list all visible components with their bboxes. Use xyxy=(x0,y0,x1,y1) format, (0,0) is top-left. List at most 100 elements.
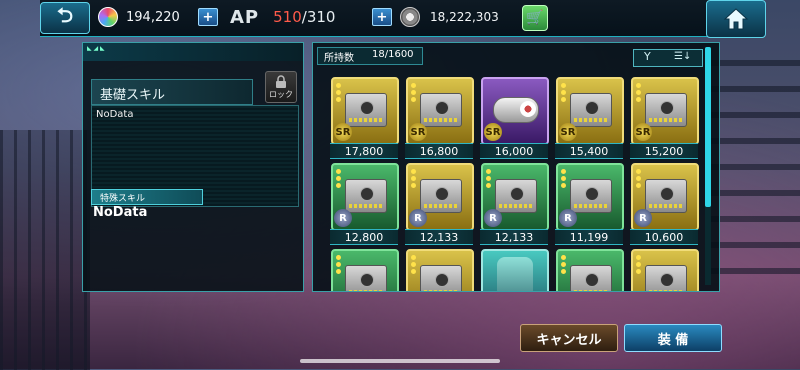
gem-icon xyxy=(98,7,118,27)
level-dot xyxy=(336,176,341,181)
level-dot xyxy=(561,83,566,88)
inventory-card[interactable] xyxy=(556,249,624,291)
level-dot xyxy=(411,83,416,88)
inventory-card[interactable] xyxy=(481,249,549,291)
card-price: 10,600 xyxy=(630,229,698,245)
level-dots xyxy=(636,255,641,274)
card-price: 15,200 xyxy=(630,143,698,159)
level-dot xyxy=(636,90,641,95)
card-price: 17,800 xyxy=(330,143,398,159)
lock-icon xyxy=(276,74,286,88)
level-dot xyxy=(411,176,416,181)
inventory-card[interactable]: R xyxy=(331,163,399,231)
ap-counter: AP 510 /310 xyxy=(230,6,335,28)
level-dot xyxy=(411,90,416,95)
level-dot xyxy=(411,183,416,188)
shop-button[interactable]: 🛒 xyxy=(522,5,548,31)
robot-part-icon xyxy=(497,257,533,291)
special-skill-label: 特殊スキル xyxy=(100,194,146,204)
base-skill-text: NoData xyxy=(96,109,134,120)
level-dot xyxy=(336,97,341,102)
inventory-card[interactable]: SR xyxy=(556,77,624,145)
filter-sort-button[interactable]: Y ☰↓ xyxy=(633,49,703,67)
level-dot xyxy=(636,169,641,174)
level-dots xyxy=(411,83,416,102)
inventory-card[interactable]: R xyxy=(406,163,474,231)
card-price: 16,800 xyxy=(405,143,473,159)
inventory-card[interactable]: SR xyxy=(331,77,399,145)
card-price: 15,400 xyxy=(555,143,623,159)
back-arrow-icon: ⮌ xyxy=(56,3,74,27)
coin-counter: 18,222,303 xyxy=(400,7,499,27)
cancel-button[interactable]: キャンセル xyxy=(520,324,618,352)
card-price: 12,133 xyxy=(480,229,548,245)
rarity-badge: R xyxy=(559,209,577,227)
level-dots xyxy=(336,169,341,188)
level-dots xyxy=(411,255,416,274)
scrollbar[interactable] xyxy=(705,47,711,285)
home-button[interactable] xyxy=(706,0,766,38)
top-status-bar: 194,220 + AP 510 /310 + 18,222,303 xyxy=(40,0,720,37)
card-price: 12,800 xyxy=(330,229,398,245)
coin-count: 18,222,303 xyxy=(430,10,499,24)
inventory-panel: SR 17,800 SR 16,800 SR 16,000 SR 15,400 SR 15,200… xyxy=(312,42,720,292)
level-dots xyxy=(636,169,641,188)
card-price: 11,199 xyxy=(555,229,623,245)
inventory-card[interactable]: SR xyxy=(631,77,699,145)
chip-part-icon xyxy=(420,265,462,291)
level-dot xyxy=(636,269,641,274)
level-dot xyxy=(336,255,341,260)
inventory-card[interactable]: SR xyxy=(481,77,549,145)
level-dots xyxy=(411,169,416,188)
ap-label: AP xyxy=(230,6,260,28)
ap-current: 510 xyxy=(273,8,302,26)
inventory-card[interactable] xyxy=(631,249,699,291)
inventory-card[interactable]: R xyxy=(631,163,699,231)
special-skill-header: 特殊スキル xyxy=(91,189,203,205)
inventory-count: 所持数 18/1600 xyxy=(317,47,423,65)
chip-part-icon xyxy=(420,93,462,127)
coin-icon xyxy=(400,7,420,27)
level-dots xyxy=(636,83,641,102)
level-dot xyxy=(336,183,341,188)
shop-icon: 🛒 xyxy=(526,10,544,26)
lock-label: ロック xyxy=(269,89,293,99)
level-dot xyxy=(561,169,566,174)
gem-count: 194,220 xyxy=(126,9,180,25)
chip-part-icon xyxy=(645,179,687,213)
card-price: 12,133 xyxy=(405,229,473,245)
add-gems-button[interactable]: + xyxy=(198,8,218,26)
level-dot xyxy=(486,183,491,188)
level-dot xyxy=(636,255,641,260)
lock-button[interactable]: ロック xyxy=(265,71,297,103)
chip-part-icon xyxy=(345,93,387,127)
rarity-badge: SR xyxy=(409,123,427,141)
gem-counter: 194,220 xyxy=(98,7,180,27)
chip-part-icon xyxy=(345,179,387,213)
equip-button[interactable]: 装 備 xyxy=(624,324,722,352)
back-button[interactable]: ⮌ xyxy=(40,2,90,34)
inventory-grid: SR 17,800 SR 16,800 SR 16,000 SR 15,400 SR 15,200… xyxy=(313,43,713,291)
level-dot xyxy=(561,255,566,260)
chip-part-icon xyxy=(570,179,612,213)
level-dot xyxy=(486,169,491,174)
base-skill-header: 基礎スキル xyxy=(91,79,253,105)
level-dot xyxy=(411,262,416,267)
chip-part-icon xyxy=(345,265,387,291)
add-ap-button[interactable]: + xyxy=(372,8,392,26)
inventory-card[interactable] xyxy=(406,249,474,291)
inventory-card[interactable] xyxy=(331,249,399,291)
level-dot xyxy=(336,169,341,174)
inventory-card[interactable]: R xyxy=(556,163,624,231)
scrollbar-thumb[interactable] xyxy=(705,47,711,207)
rarity-badge: R xyxy=(334,209,352,227)
inventory-card[interactable]: R xyxy=(481,163,549,231)
level-dot xyxy=(561,262,566,267)
level-dots xyxy=(561,169,566,188)
rarity-badge: SR xyxy=(559,123,577,141)
level-dot xyxy=(561,97,566,102)
inventory-card[interactable]: SR xyxy=(406,77,474,145)
count-value: 18/1600 xyxy=(372,49,414,60)
level-dot xyxy=(636,176,641,181)
level-dot xyxy=(636,83,641,88)
